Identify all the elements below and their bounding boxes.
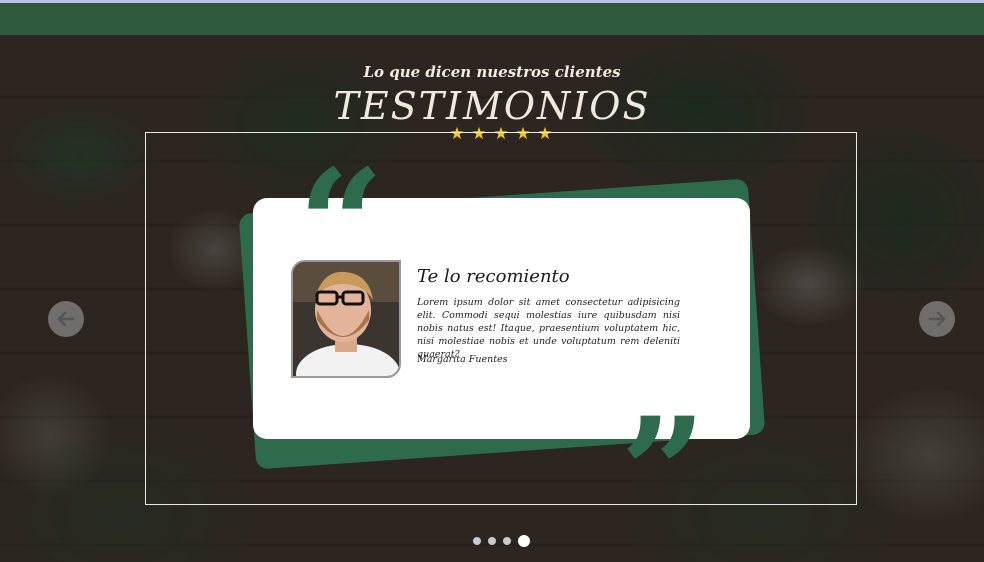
quote-close-icon: ” xyxy=(620,385,707,561)
section-subtitle: Lo que dicen nuestros clientes xyxy=(363,63,621,81)
carousel-dot-1[interactable] xyxy=(473,537,481,545)
carousel-indicators xyxy=(473,535,530,547)
carousel-dot-3[interactable] xyxy=(503,537,511,545)
carousel-dot-2[interactable] xyxy=(488,537,496,545)
carousel-dot-4[interactable] xyxy=(518,535,530,547)
arrow-right-icon xyxy=(928,311,946,327)
navbar xyxy=(0,3,984,35)
avatar xyxy=(291,260,401,378)
testimonial-text: Lorem ipsum dolor sit amet consectetur a… xyxy=(417,297,680,360)
prev-slide-button[interactable] xyxy=(48,301,84,337)
arrow-left-icon xyxy=(57,311,75,327)
testimonial-title: Te lo recomiento xyxy=(417,266,570,287)
section-title: TESTIMONIOS xyxy=(333,84,651,128)
next-slide-button[interactable] xyxy=(919,301,955,337)
testimonial-author: Margarita Fuentes xyxy=(417,354,508,365)
